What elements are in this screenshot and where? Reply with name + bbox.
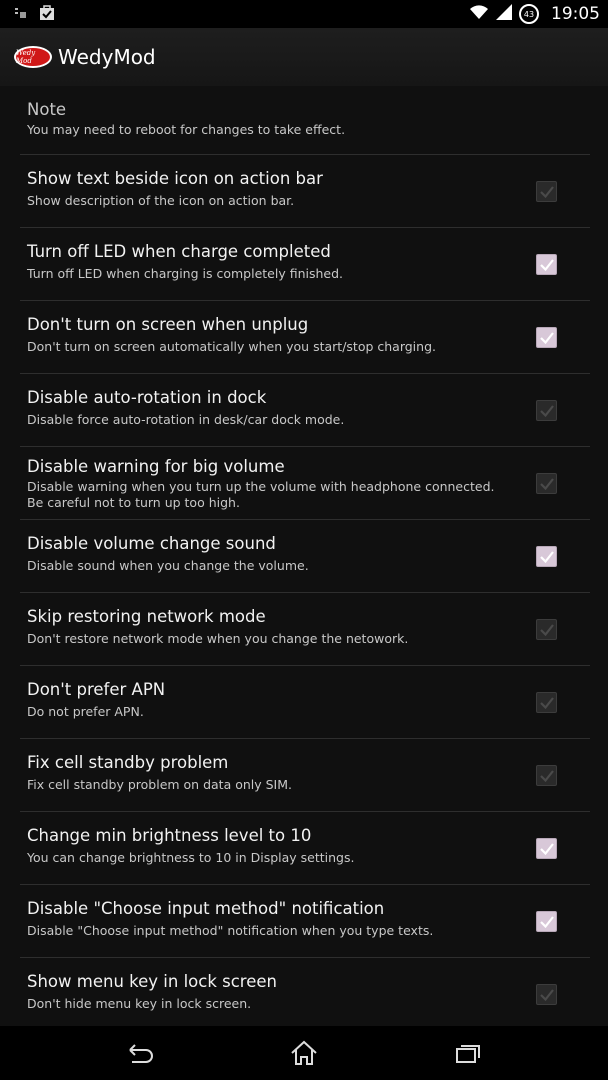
preference-summary: You can change brightness to 10 in Displ… xyxy=(27,850,355,865)
home-icon[interactable] xyxy=(284,1039,324,1067)
status-bar-left xyxy=(0,3,56,25)
signal-icon xyxy=(495,3,513,25)
preference-summary: Disable sound when you change the volume… xyxy=(27,558,309,573)
preference-item[interactable]: Disable warning for big volume Disable wa… xyxy=(20,447,590,520)
preference-summary: Disable "Choose input method" notificati… xyxy=(27,923,434,938)
preference-title: Skip restoring network mode xyxy=(27,607,266,626)
preference-title: Don't turn on screen when unplug xyxy=(27,315,309,334)
preference-item[interactable]: Skip restoring network mode Don't restore… xyxy=(20,593,590,666)
preference-item[interactable]: Disable "Choose input method" notificati… xyxy=(20,885,590,958)
preference-checkbox[interactable] xyxy=(536,473,557,494)
battery-level: 43 xyxy=(523,9,535,19)
preference-title: Disable auto-rotation in dock xyxy=(27,388,267,407)
action-bar: Wedy Mod WedyMod xyxy=(0,28,608,86)
preference-item[interactable]: Fix cell standby problem Fix cell standby… xyxy=(20,739,590,812)
preference-checkbox[interactable] xyxy=(536,619,557,640)
status-bar: 43 19:05 xyxy=(0,0,608,28)
preference-title: Disable warning for big volume xyxy=(27,457,285,476)
preference-item[interactable]: Show text beside icon on action bar Show … xyxy=(20,155,590,228)
preference-title: Fix cell standby problem xyxy=(27,753,229,772)
preference-checkbox[interactable] xyxy=(536,692,557,713)
app-title: WedyMod xyxy=(58,45,156,69)
preference-summary: Show description of the icon on action b… xyxy=(27,193,295,208)
shopping-bag-icon xyxy=(38,3,56,25)
preference-checkbox[interactable] xyxy=(536,400,557,421)
preference-summary: Don't restore network mode when you chan… xyxy=(27,631,409,646)
preference-title: Disable "Choose input method" notificati… xyxy=(27,899,385,918)
preference-item[interactable]: Disable volume change sound Disable sound… xyxy=(20,520,590,593)
preference-title: Show text beside icon on action bar xyxy=(27,169,323,188)
preference-checkbox[interactable] xyxy=(536,765,557,786)
preference-checkbox[interactable] xyxy=(536,546,557,567)
app-logo-text: Wedy Mod xyxy=(16,49,36,65)
wifi-icon xyxy=(469,3,489,25)
preference-summary: Turn off LED when charging is completely… xyxy=(27,266,344,281)
preference-summary: Fix cell standby problem on data only SI… xyxy=(27,777,293,792)
back-icon[interactable] xyxy=(121,1039,161,1067)
preference-checkbox[interactable] xyxy=(536,181,557,202)
preference-list: Note You may need to reboot for changes … xyxy=(20,86,590,1031)
preference-title: Don't prefer APN xyxy=(27,680,166,699)
preference-item[interactable]: Don't turn on screen when unplug Don't tu… xyxy=(20,301,590,374)
status-bar-right: 43 19:05 xyxy=(469,3,608,25)
preference-rows: Show text beside icon on action bar Show … xyxy=(20,155,590,1031)
app-logo-icon[interactable]: Wedy Mod xyxy=(14,46,52,68)
clock: 19:05 xyxy=(551,4,600,24)
notification-icon xyxy=(14,5,28,24)
preference-item[interactable]: Show menu key in lock screen Don't hide m… xyxy=(20,958,590,1031)
preference-checkbox[interactable] xyxy=(536,911,557,932)
preference-summary: Don't turn on screen automatically when … xyxy=(27,339,436,354)
recent-apps-icon[interactable] xyxy=(448,1039,488,1067)
preference-summary: Do not prefer APN. xyxy=(27,704,144,719)
navigation-bar xyxy=(0,1026,608,1080)
note-title: Note xyxy=(27,100,67,119)
preference-title: Show menu key in lock screen xyxy=(27,972,277,991)
preference-item[interactable]: Turn off LED when charge completed Turn o… xyxy=(20,228,590,301)
preference-title: Turn off LED when charge completed xyxy=(27,242,331,261)
note-summary: You may need to reboot for changes to ta… xyxy=(27,122,346,137)
battery-icon: 43 xyxy=(519,4,539,24)
preference-summary: Disable force auto-rotation in desk/car … xyxy=(27,412,345,427)
preference-checkbox[interactable] xyxy=(536,838,557,859)
preference-checkbox[interactable] xyxy=(536,327,557,348)
preference-item[interactable]: Don't prefer APN Do not prefer APN. xyxy=(20,666,590,739)
preference-checkbox[interactable] xyxy=(536,254,557,275)
preference-summary: Disable warning when you turn up the vol… xyxy=(27,479,495,510)
preference-checkbox[interactable] xyxy=(536,984,557,1005)
preference-title: Change min brightness level to 10 xyxy=(27,826,312,845)
note-item: Note You may need to reboot for changes … xyxy=(20,86,590,155)
preference-summary: Don't hide menu key in lock screen. xyxy=(27,996,252,1011)
preference-item[interactable]: Change min brightness level to 10 You can… xyxy=(20,812,590,885)
preference-title: Disable volume change sound xyxy=(27,534,276,553)
preference-item[interactable]: Disable auto-rotation in dock Disable for… xyxy=(20,374,590,447)
